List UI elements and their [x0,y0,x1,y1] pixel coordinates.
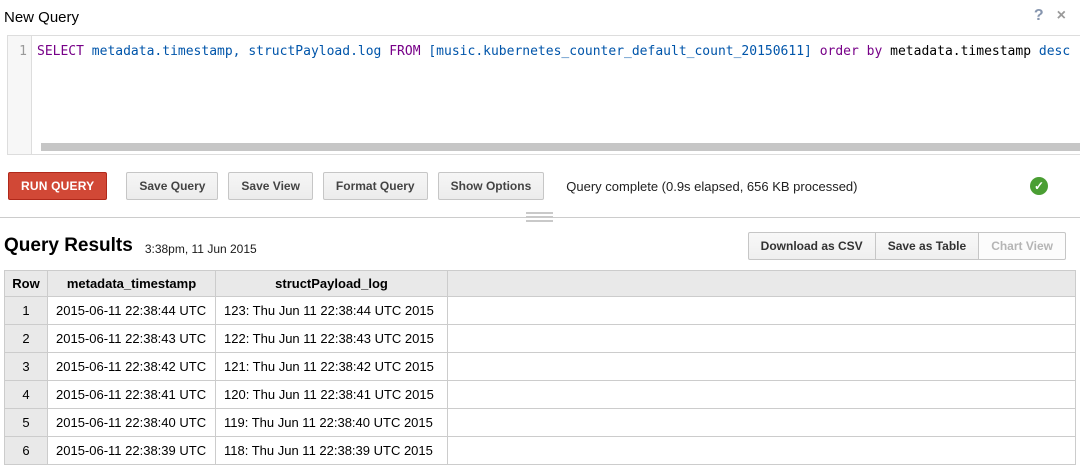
cell-filler [448,437,1076,465]
sql-query-line[interactable]: SELECT metadata.timestamp, structPayload… [37,44,1080,60]
row-number: 1 [5,297,48,325]
run-query-button[interactable]: RUN QUERY [8,172,107,200]
cell-filler [448,325,1076,353]
cell-filler [448,353,1076,381]
cell-timestamp: 2015-06-11 22:38:44 UTC [48,297,216,325]
sql-table-ref: [music.kubernetes_counter_default_count_… [428,44,819,59]
sql-keyword: order by [820,44,890,59]
table-row: 4 2015-06-11 22:38:41 UTC 120: Thu Jun 1… [5,381,1076,409]
table-row: 3 2015-06-11 22:38:42 UTC 121: Thu Jun 1… [5,353,1076,381]
results-actions: Download as CSV Save as Table Chart View [748,232,1066,260]
cell-timestamp: 2015-06-11 22:38:43 UTC [48,325,216,353]
cell-log: 121: Thu Jun 11 22:38:42 UTC 2015 [216,353,448,381]
cell-timestamp: 2015-06-11 22:38:41 UTC [48,381,216,409]
results-timestamp: 3:38pm, 11 Jun 2015 [145,242,257,256]
panel-header: New Query ? × [0,0,1080,35]
save-view-button[interactable]: Save View [228,172,313,200]
sql-fields: metadata.timestamp, structPayload.log [92,44,389,59]
cell-log: 118: Thu Jun 11 22:38:39 UTC 2015 [216,437,448,465]
cell-timestamp: 2015-06-11 22:38:40 UTC [48,409,216,437]
show-options-button[interactable]: Show Options [438,172,545,200]
row-number: 6 [5,437,48,465]
sql-keyword-partial: desc [1039,44,1070,59]
editor-horizontal-scrollbar[interactable] [34,143,1080,151]
cell-log: 120: Thu Jun 11 22:38:41 UTC 2015 [216,381,448,409]
scrollbar-thumb[interactable] [41,143,1080,151]
code-area[interactable]: SELECT metadata.timestamp, structPayload… [32,36,1080,154]
sql-keyword: SELECT [37,44,92,59]
column-header-row[interactable]: Row [5,271,48,297]
results-header: Query Results 3:38pm, 11 Jun 2015 Downlo… [4,231,1066,261]
table-header-row: Row metadata_timestamp structPayload_log [5,271,1076,297]
save-as-table-button[interactable]: Save as Table [876,232,980,260]
column-header-filler [448,271,1076,297]
close-icon[interactable]: × [1057,8,1066,24]
table-row: 2 2015-06-11 22:38:43 UTC 122: Thu Jun 1… [5,325,1076,353]
column-header-structpayload-log[interactable]: structPayload_log [216,271,448,297]
format-query-button[interactable]: Format Query [323,172,428,200]
download-csv-button[interactable]: Download as CSV [748,232,876,260]
section-divider [0,217,1080,218]
query-complete-check-icon: ✓ [1030,177,1048,195]
line-number: 1 [19,44,27,59]
row-number: 5 [5,409,48,437]
table-row: 6 2015-06-11 22:38:39 UTC 118: Thu Jun 1… [5,437,1076,465]
cell-log: 119: Thu Jun 11 22:38:40 UTC 2015 [216,409,448,437]
cell-log: 123: Thu Jun 11 22:38:44 UTC 2015 [216,297,448,325]
sql-field: metadata.timestamp [890,44,1039,59]
cell-timestamp: 2015-06-11 22:38:39 UTC [48,437,216,465]
cell-log: 122: Thu Jun 11 22:38:43 UTC 2015 [216,325,448,353]
row-number: 4 [5,381,48,409]
save-query-button[interactable]: Save Query [126,172,218,200]
table-row: 5 2015-06-11 22:38:40 UTC 119: Thu Jun 1… [5,409,1076,437]
cell-filler [448,409,1076,437]
column-header-metadata-timestamp[interactable]: metadata_timestamp [48,271,216,297]
query-editor[interactable]: 1 SELECT metadata.timestamp, structPaylo… [7,35,1080,155]
sql-keyword: FROM [389,44,428,59]
page-title: New Query [4,8,79,27]
results-table: Row metadata_timestamp structPayload_log… [4,270,1076,465]
results-title: Query Results [4,235,133,257]
chart-view-button: Chart View [979,232,1066,260]
cell-filler [448,297,1076,325]
line-number-gutter: 1 [8,36,32,154]
query-status-text: Query complete (0.9s elapsed, 656 KB pro… [566,179,857,194]
row-number: 2 [5,325,48,353]
table-row: 1 2015-06-11 22:38:44 UTC 123: Thu Jun 1… [5,297,1076,325]
resize-grip-icon[interactable] [526,212,553,223]
cell-timestamp: 2015-06-11 22:38:42 UTC [48,353,216,381]
row-number: 3 [5,353,48,381]
help-icon[interactable]: ? [1034,8,1044,24]
query-toolbar: RUN QUERY Save Query Save View Format Qu… [8,172,1072,200]
cell-filler [448,381,1076,409]
